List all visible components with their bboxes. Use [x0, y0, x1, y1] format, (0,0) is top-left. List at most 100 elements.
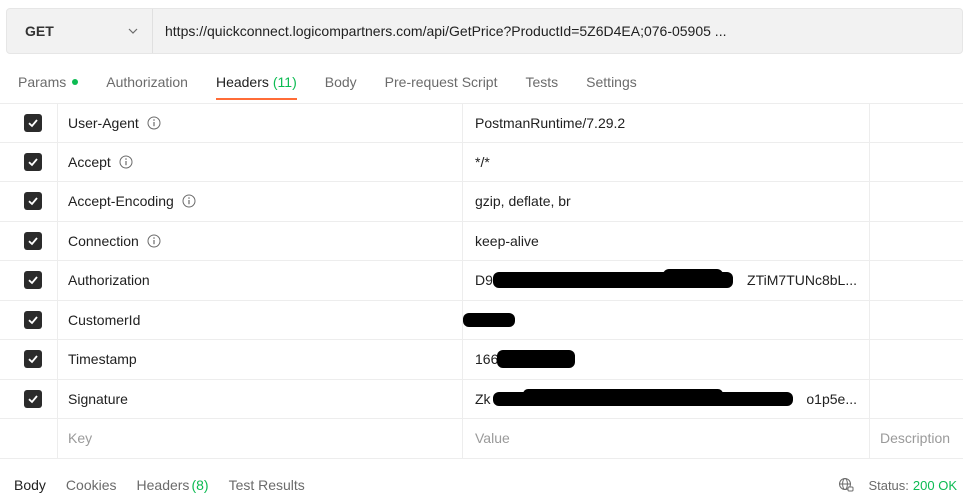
status-value: 200 OK [912, 477, 957, 493]
header-value-text: Zk [475, 390, 491, 407]
chevron-down-icon [128, 26, 138, 36]
value-placeholder: Value [475, 430, 510, 447]
url-input[interactable]: https://quickconnect.logicompartners.com… [153, 9, 962, 53]
table-row: Authorization D9 ZTiM7TUNc8bL... [0, 261, 963, 301]
row-checkbox[interactable] [23, 231, 42, 250]
header-description[interactable] [870, 182, 963, 221]
header-key-text: Authorization [68, 272, 150, 289]
header-value[interactable]: D9 ZTiM7TUNc8bL... [463, 261, 870, 300]
header-key[interactable]: User-Agent [58, 104, 463, 142]
header-key-text: User-Agent [68, 114, 139, 131]
tab-headers[interactable]: Headers (11) [215, 62, 297, 102]
tab-label: Authorization [106, 74, 188, 90]
method-select[interactable]: GET [7, 9, 153, 53]
header-key-text: Accept-Encoding [68, 193, 174, 210]
info-icon[interactable] [147, 234, 161, 248]
check-icon [27, 393, 39, 405]
header-description[interactable] [870, 380, 963, 419]
tab-settings[interactable]: Settings [586, 62, 637, 102]
tab-pre-request-script[interactable]: Pre-request Script [385, 62, 498, 102]
tab-params[interactable]: Params [18, 62, 79, 102]
tab-authorization[interactable]: Authorization [106, 62, 188, 102]
header-key[interactable]: Accept-Encoding [58, 182, 463, 221]
header-description[interactable] [870, 261, 963, 300]
status-label: Status: [868, 477, 909, 493]
info-icon[interactable] [147, 116, 161, 130]
header-key-text: Connection [68, 232, 139, 249]
header-value-text: */* [475, 153, 490, 170]
header-description[interactable] [870, 143, 963, 182]
header-description[interactable] [870, 104, 963, 142]
tab-label: Settings [586, 74, 637, 90]
row-checkbox[interactable] [23, 152, 42, 171]
key-placeholder: Key [68, 430, 93, 447]
table-row: CustomerId [0, 300, 963, 340]
new-value-input[interactable]: Value [463, 419, 870, 458]
response-tabs: Body Cookies Headers (8) Test Results Sta… [0, 468, 963, 502]
tab-tests[interactable]: Tests [525, 62, 558, 102]
row-checkbox[interactable] [23, 192, 42, 211]
row-checkbox[interactable] [23, 389, 42, 408]
tab-label: Pre-request Script [384, 74, 498, 90]
table-row: User-Agent PostmanRuntime/7.29.2 [0, 103, 963, 143]
header-key[interactable]: Accept [58, 142, 463, 181]
new-key-input[interactable]: Key [58, 419, 463, 458]
header-key[interactable]: CustomerId [58, 300, 463, 339]
new-header-row: Key Value Description [0, 419, 963, 459]
header-value-text: 166 [475, 351, 499, 368]
row-checkbox[interactable] [23, 350, 42, 369]
new-description-input[interactable]: Description [870, 419, 963, 458]
info-icon[interactable] [182, 194, 196, 208]
header-value[interactable]: Zk o1p5e... [463, 379, 870, 418]
header-key[interactable]: Timestamp [58, 340, 463, 379]
tab-body[interactable]: Body [325, 62, 357, 102]
params-indicator-dot [72, 79, 79, 85]
tab-label: Body [14, 477, 46, 493]
response-tab-cookies[interactable]: Cookies [66, 477, 117, 493]
header-key[interactable]: Connection [58, 221, 463, 260]
header-value-text: PostmanRuntime/7.29.2 [475, 114, 626, 131]
response-tab-test-results[interactable]: Test Results [229, 477, 305, 493]
check-icon [27, 235, 39, 247]
response-tab-headers[interactable]: Headers (8) [137, 477, 209, 493]
redaction-mark [663, 269, 723, 281]
header-key[interactable]: Signature [58, 379, 463, 418]
row-checkbox-cell [0, 221, 58, 260]
row-checkbox-cell [0, 142, 58, 181]
tab-count: (8) [191, 477, 209, 493]
row-checkbox[interactable] [23, 271, 42, 290]
header-value[interactable]: */* [463, 142, 870, 181]
header-key[interactable]: Authorization [58, 261, 463, 300]
header-description[interactable] [870, 340, 963, 379]
table-row: Connection keep-alive [0, 221, 963, 261]
row-checkbox-cell [0, 104, 58, 142]
tab-label: Body [324, 74, 357, 90]
header-description[interactable] [870, 222, 963, 261]
row-checkbox-cell [0, 261, 58, 300]
header-value[interactable]: gzip, deflate, br [463, 182, 870, 221]
globe-icon[interactable] [838, 477, 854, 493]
tab-label: Test Results [228, 477, 305, 493]
method-label: GET [25, 23, 54, 39]
table-row: Accept-Encoding gzip, deflate, br [0, 182, 963, 222]
info-icon[interactable] [119, 155, 133, 169]
header-value[interactable]: 166 [463, 340, 870, 379]
header-key-text: Signature [68, 390, 128, 407]
redaction-mark [523, 388, 723, 399]
header-value[interactable] [463, 300, 870, 339]
check-icon [27, 314, 39, 326]
header-value-text: gzip, deflate, br [475, 193, 571, 210]
header-value-tail: ZTiM7TUNc8bL... [747, 272, 857, 289]
check-icon [27, 274, 39, 286]
header-key-text: Timestamp [68, 351, 137, 368]
check-icon [27, 353, 39, 365]
row-checkbox[interactable] [23, 310, 42, 329]
check-icon [27, 156, 39, 168]
row-checkbox-cell [0, 419, 58, 458]
header-value[interactable]: PostmanRuntime/7.29.2 [463, 104, 870, 142]
header-value[interactable]: keep-alive [463, 221, 870, 260]
response-tab-body[interactable]: Body [14, 477, 46, 493]
header-description[interactable] [870, 301, 963, 340]
check-icon [27, 195, 39, 207]
row-checkbox[interactable] [23, 113, 42, 132]
